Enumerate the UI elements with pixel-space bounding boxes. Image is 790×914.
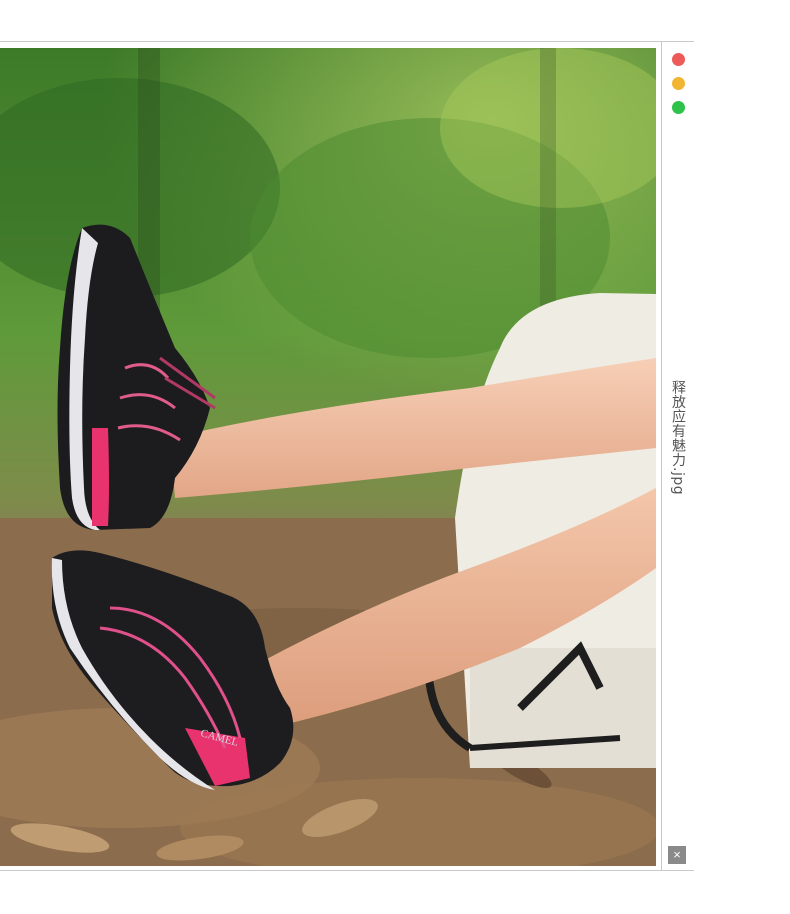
minimize-window-dot[interactable]: [672, 77, 685, 90]
product-photo: CAMEL: [0, 48, 656, 866]
close-icon[interactable]: ×: [668, 846, 686, 864]
image-viewer-window: CAMEL 释放应有魅力.jpg ×: [0, 41, 694, 871]
viewer-sidebar: 释放应有魅力.jpg ×: [661, 42, 694, 870]
photo-illustration: CAMEL: [0, 48, 656, 866]
maximize-window-dot[interactable]: [672, 101, 685, 114]
close-window-dot[interactable]: [672, 53, 685, 66]
image-filename: 释放应有魅力.jpg: [670, 380, 686, 496]
